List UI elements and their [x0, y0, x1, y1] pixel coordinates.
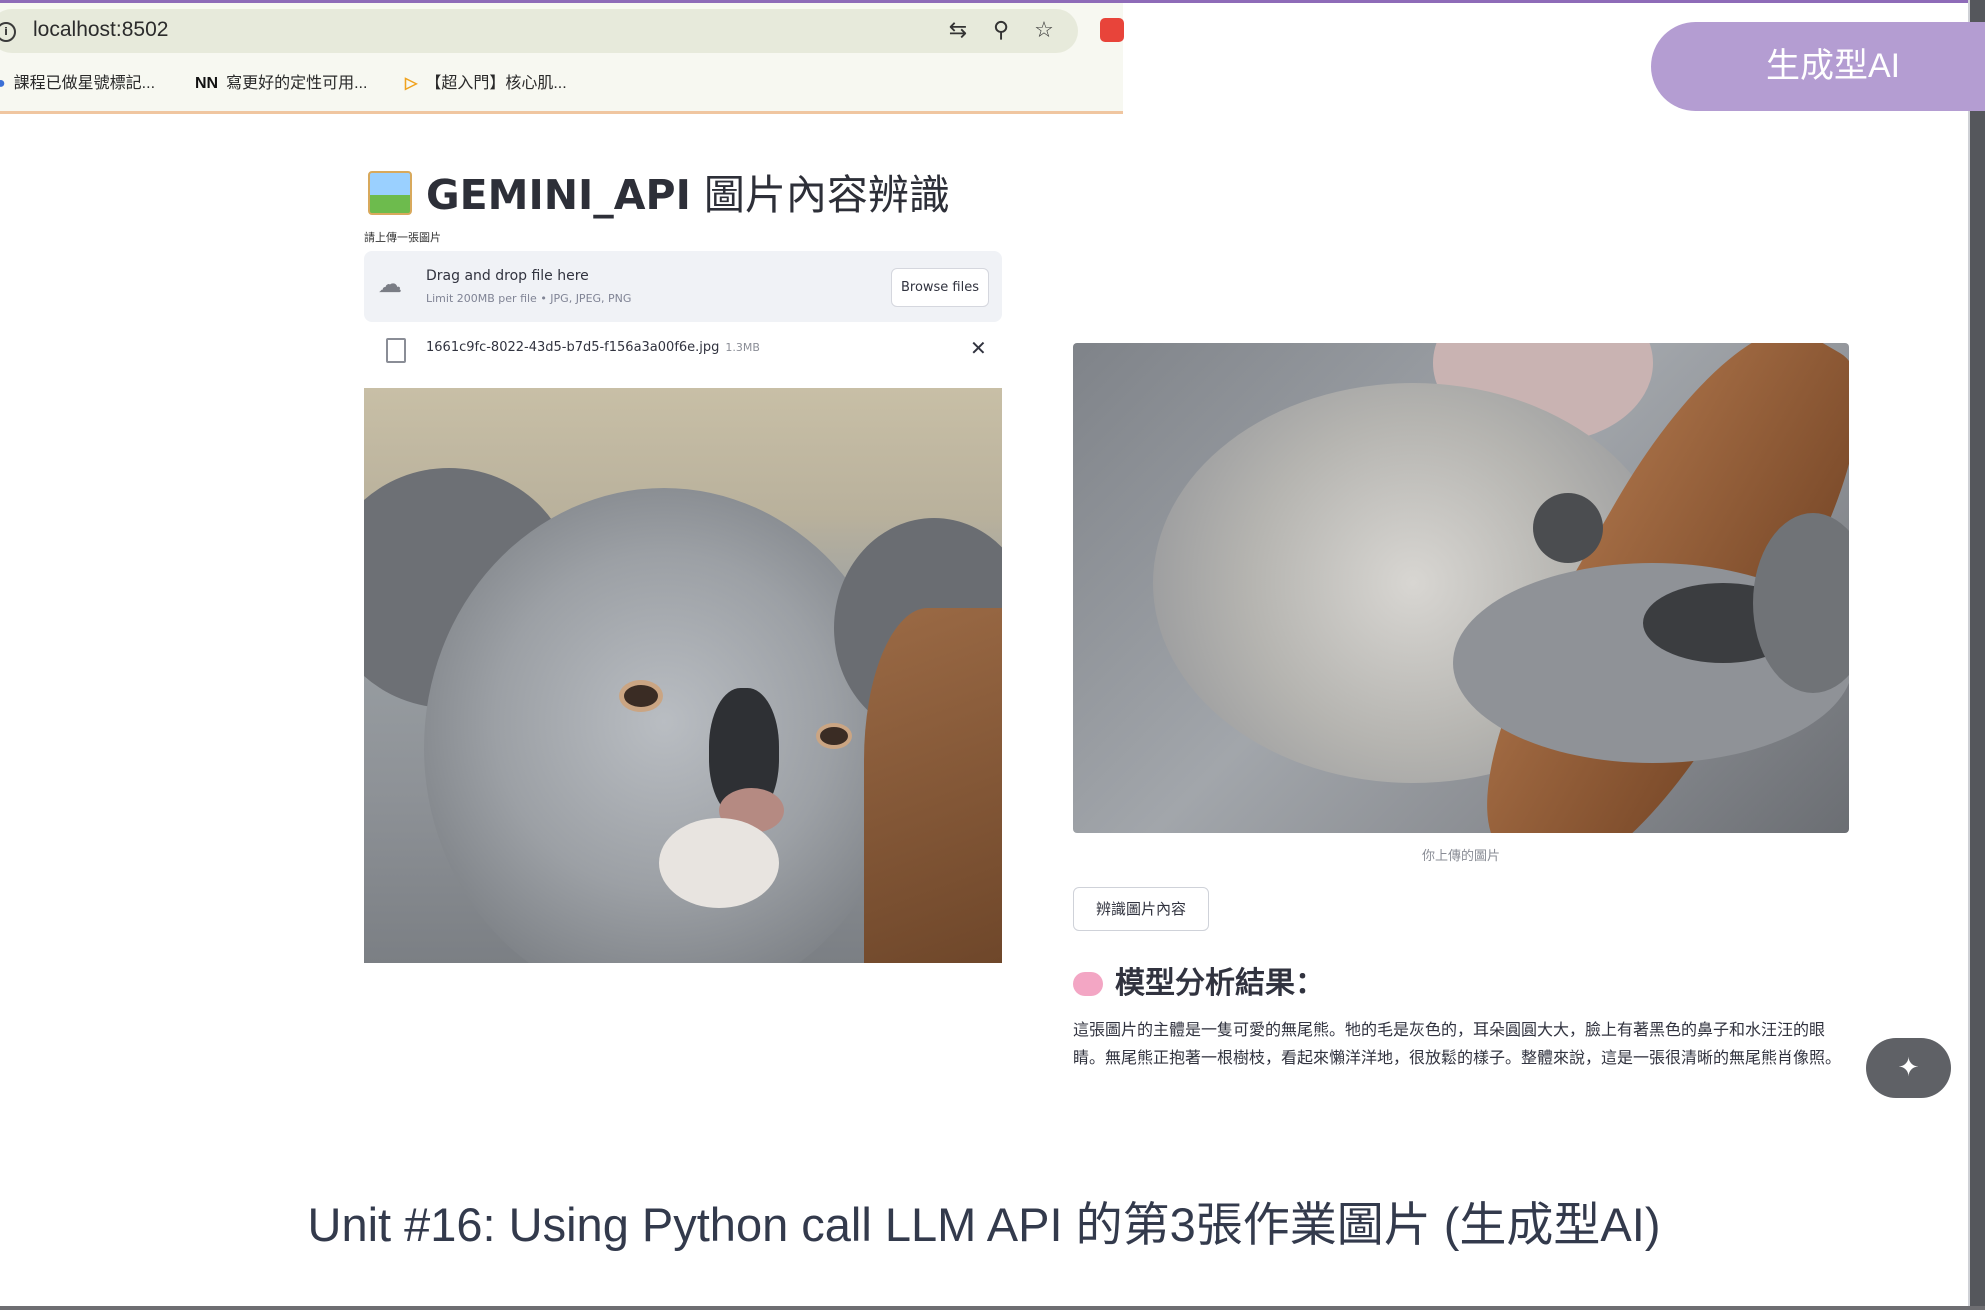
analyze-image-button[interactable]: 辨識圖片內容 [1073, 887, 1209, 931]
dropzone-limit-text: Limit 200MB per file • JPG, JPEG, PNG [426, 292, 632, 305]
browse-files-button[interactable]: Browse files [891, 268, 989, 307]
bookmark-1[interactable]: ● 課程已做星號標記... [0, 69, 155, 93]
bookmark-play-icon: ▷ [405, 75, 418, 92]
result-text: 這張圖片的主體是一隻可愛的無尾熊。牠的毛是灰色的，耳朵圓圓大大，臉上有著黑色的鼻… [1073, 1020, 1842, 1067]
framed-picture-icon [368, 171, 412, 215]
translate-icon[interactable]: ⇆ [944, 17, 972, 45]
frame-bottom-border [0, 1306, 1985, 1310]
bookmark-2[interactable]: NN 寫更好的定性可用... [195, 69, 367, 93]
magic-wand-icon[interactable]: ✦ [1866, 1038, 1951, 1098]
upload-label: 請上傳一張圖片 [364, 231, 441, 244]
brain-icon [1073, 972, 1103, 996]
uploaded-file-row: 1661c9fc-8022-43d5-b7d5-f156a3a00f6e.jpg… [364, 336, 1002, 366]
file-name: 1661c9fc-8022-43d5-b7d5-f156a3a00f6e.jpg… [426, 340, 760, 355]
image-caption: 你上傳的圖片 [1421, 849, 1500, 864]
title-bold: GEMINI_API [426, 171, 691, 219]
bookmark-globe-icon: ● [0, 75, 6, 92]
bookmark-label: 課程已做星號標記... [13, 75, 156, 92]
title-rest: 圖片內容辨識 [690, 171, 950, 219]
remove-file-icon[interactable]: ✕ [970, 336, 987, 360]
bookmark-3[interactable]: ▷ 【超入門】核心肌... [405, 69, 567, 93]
zoom-icon[interactable]: ⚲ [987, 17, 1015, 45]
bookmark-star-icon[interactable]: ☆ [1030, 17, 1058, 45]
extension-icon[interactable] [1100, 18, 1124, 42]
slide-caption: Unit #16: Using Python call LLM API 的第3張… [307, 1198, 1661, 1251]
cloud-upload-icon: ☁ [378, 270, 402, 298]
file-size: 1.3MB [725, 341, 760, 354]
browser-chrome: i localhost:8502 ⇆ ⚲ ☆ ● 課程已做星號標記... NN 寫更… [0, 3, 1124, 114]
koala-paw-photo [1073, 343, 1849, 833]
file-name-text: 1661c9fc-8022-43d5-b7d5-f156a3a00f6e.jpg [426, 340, 720, 355]
result-heading: 模型分析結果： [1073, 958, 1325, 1002]
file-icon [386, 338, 406, 363]
file-dropzone[interactable]: ☁ Drag and drop file here Limit 200MB pe… [364, 251, 1002, 322]
page-title: GEMINI_API 圖片內容辨識 [368, 161, 950, 221]
bookmark-label: 【超入門】核心肌... [425, 75, 567, 92]
koala-face-photo [364, 388, 1002, 963]
bookmark-label: 寫更好的定性可用... [226, 75, 368, 92]
category-tag: 生成型AI [1651, 22, 1985, 111]
result-heading-text: 模型分析結果： [1115, 966, 1325, 1001]
bookmark-nn-icon: NN [195, 75, 219, 92]
frame-right-edge [1968, 0, 1985, 1310]
url-text[interactable]: localhost:8502 [33, 18, 168, 42]
dropzone-main-text: Drag and drop file here [426, 268, 589, 284]
